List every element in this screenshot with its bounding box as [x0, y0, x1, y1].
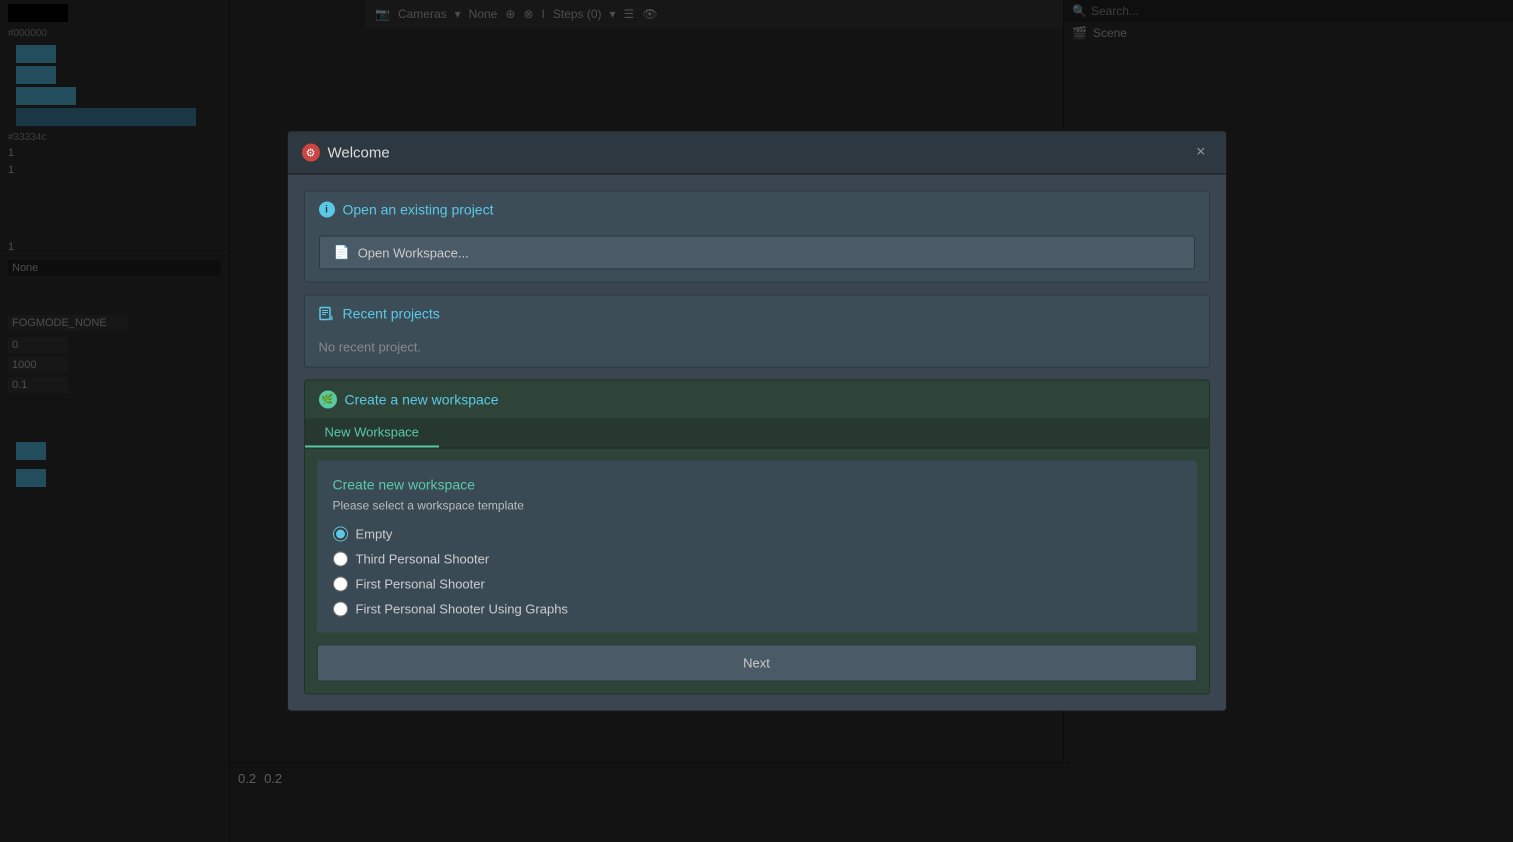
tab-new-workspace[interactable]: New Workspace	[305, 419, 439, 448]
file-icon: 📄	[334, 245, 350, 261]
no-recent-text: No recent project.	[319, 340, 422, 355]
template-empty-radio[interactable]	[333, 527, 348, 542]
tab-new-workspace-label: New Workspace	[325, 425, 419, 440]
open-workspace-label: Open Workspace...	[358, 245, 469, 260]
template-empty-label: Empty	[356, 527, 393, 542]
template-first-ps-item[interactable]: First Personal Shooter	[333, 577, 1181, 592]
new-workspace-icon: 🌿	[319, 391, 337, 409]
open-project-title: Open an existing project	[343, 202, 494, 218]
recent-projects-body: No recent project.	[305, 332, 1209, 367]
recent-projects-title: Recent projects	[343, 306, 440, 322]
form-subtitle: Please select a workspace template	[333, 499, 1181, 513]
template-third-ps-label: Third Personal Shooter	[356, 552, 490, 567]
welcome-gear-icon: ⚙	[302, 144, 320, 162]
modal-header: ⚙ Welcome ×	[288, 132, 1226, 175]
modal-title: Welcome	[328, 144, 390, 161]
workspace-tabs: New Workspace	[305, 419, 1209, 449]
welcome-modal: ⚙ Welcome × i Open an existing project 📄…	[287, 131, 1227, 712]
template-radio-group: Empty Third Personal Shooter First Perso…	[333, 527, 1181, 617]
modal-body: i Open an existing project 📄 Open Worksp…	[288, 175, 1226, 711]
open-project-body: 📄 Open Workspace...	[305, 228, 1209, 282]
workspace-form: Create new workspace Please select a wor…	[317, 461, 1197, 633]
template-first-ps-label: First Personal Shooter	[356, 577, 485, 592]
template-third-ps-item[interactable]: Third Personal Shooter	[333, 552, 1181, 567]
create-workspace-title: Create a new workspace	[345, 392, 499, 408]
template-first-ps-graphs-item[interactable]: First Personal Shooter Using Graphs	[333, 602, 1181, 617]
info-icon: i	[319, 202, 335, 218]
template-third-ps-radio[interactable]	[333, 552, 348, 567]
modal-header-left: ⚙ Welcome	[302, 144, 390, 162]
modal-close-button[interactable]: ×	[1190, 142, 1211, 164]
create-workspace-section: 🌿 Create a new workspace New Workspace C…	[304, 380, 1210, 695]
open-project-header: i Open an existing project	[305, 192, 1209, 228]
recent-projects-header: Recent projects	[305, 296, 1209, 332]
form-title: Create new workspace	[333, 477, 1181, 493]
create-workspace-header: 🌿 Create a new workspace	[305, 381, 1209, 419]
template-first-ps-graphs-radio[interactable]	[333, 602, 348, 617]
next-button[interactable]: Next	[317, 645, 1197, 682]
template-first-ps-radio[interactable]	[333, 577, 348, 592]
recent-projects-icon	[319, 306, 335, 322]
recent-projects-section: Recent projects No recent project.	[304, 295, 1210, 368]
template-empty-item[interactable]: Empty	[333, 527, 1181, 542]
open-project-section: i Open an existing project 📄 Open Worksp…	[304, 191, 1210, 283]
template-first-ps-graphs-label: First Personal Shooter Using Graphs	[356, 602, 568, 617]
open-workspace-button[interactable]: 📄 Open Workspace...	[319, 236, 1195, 270]
